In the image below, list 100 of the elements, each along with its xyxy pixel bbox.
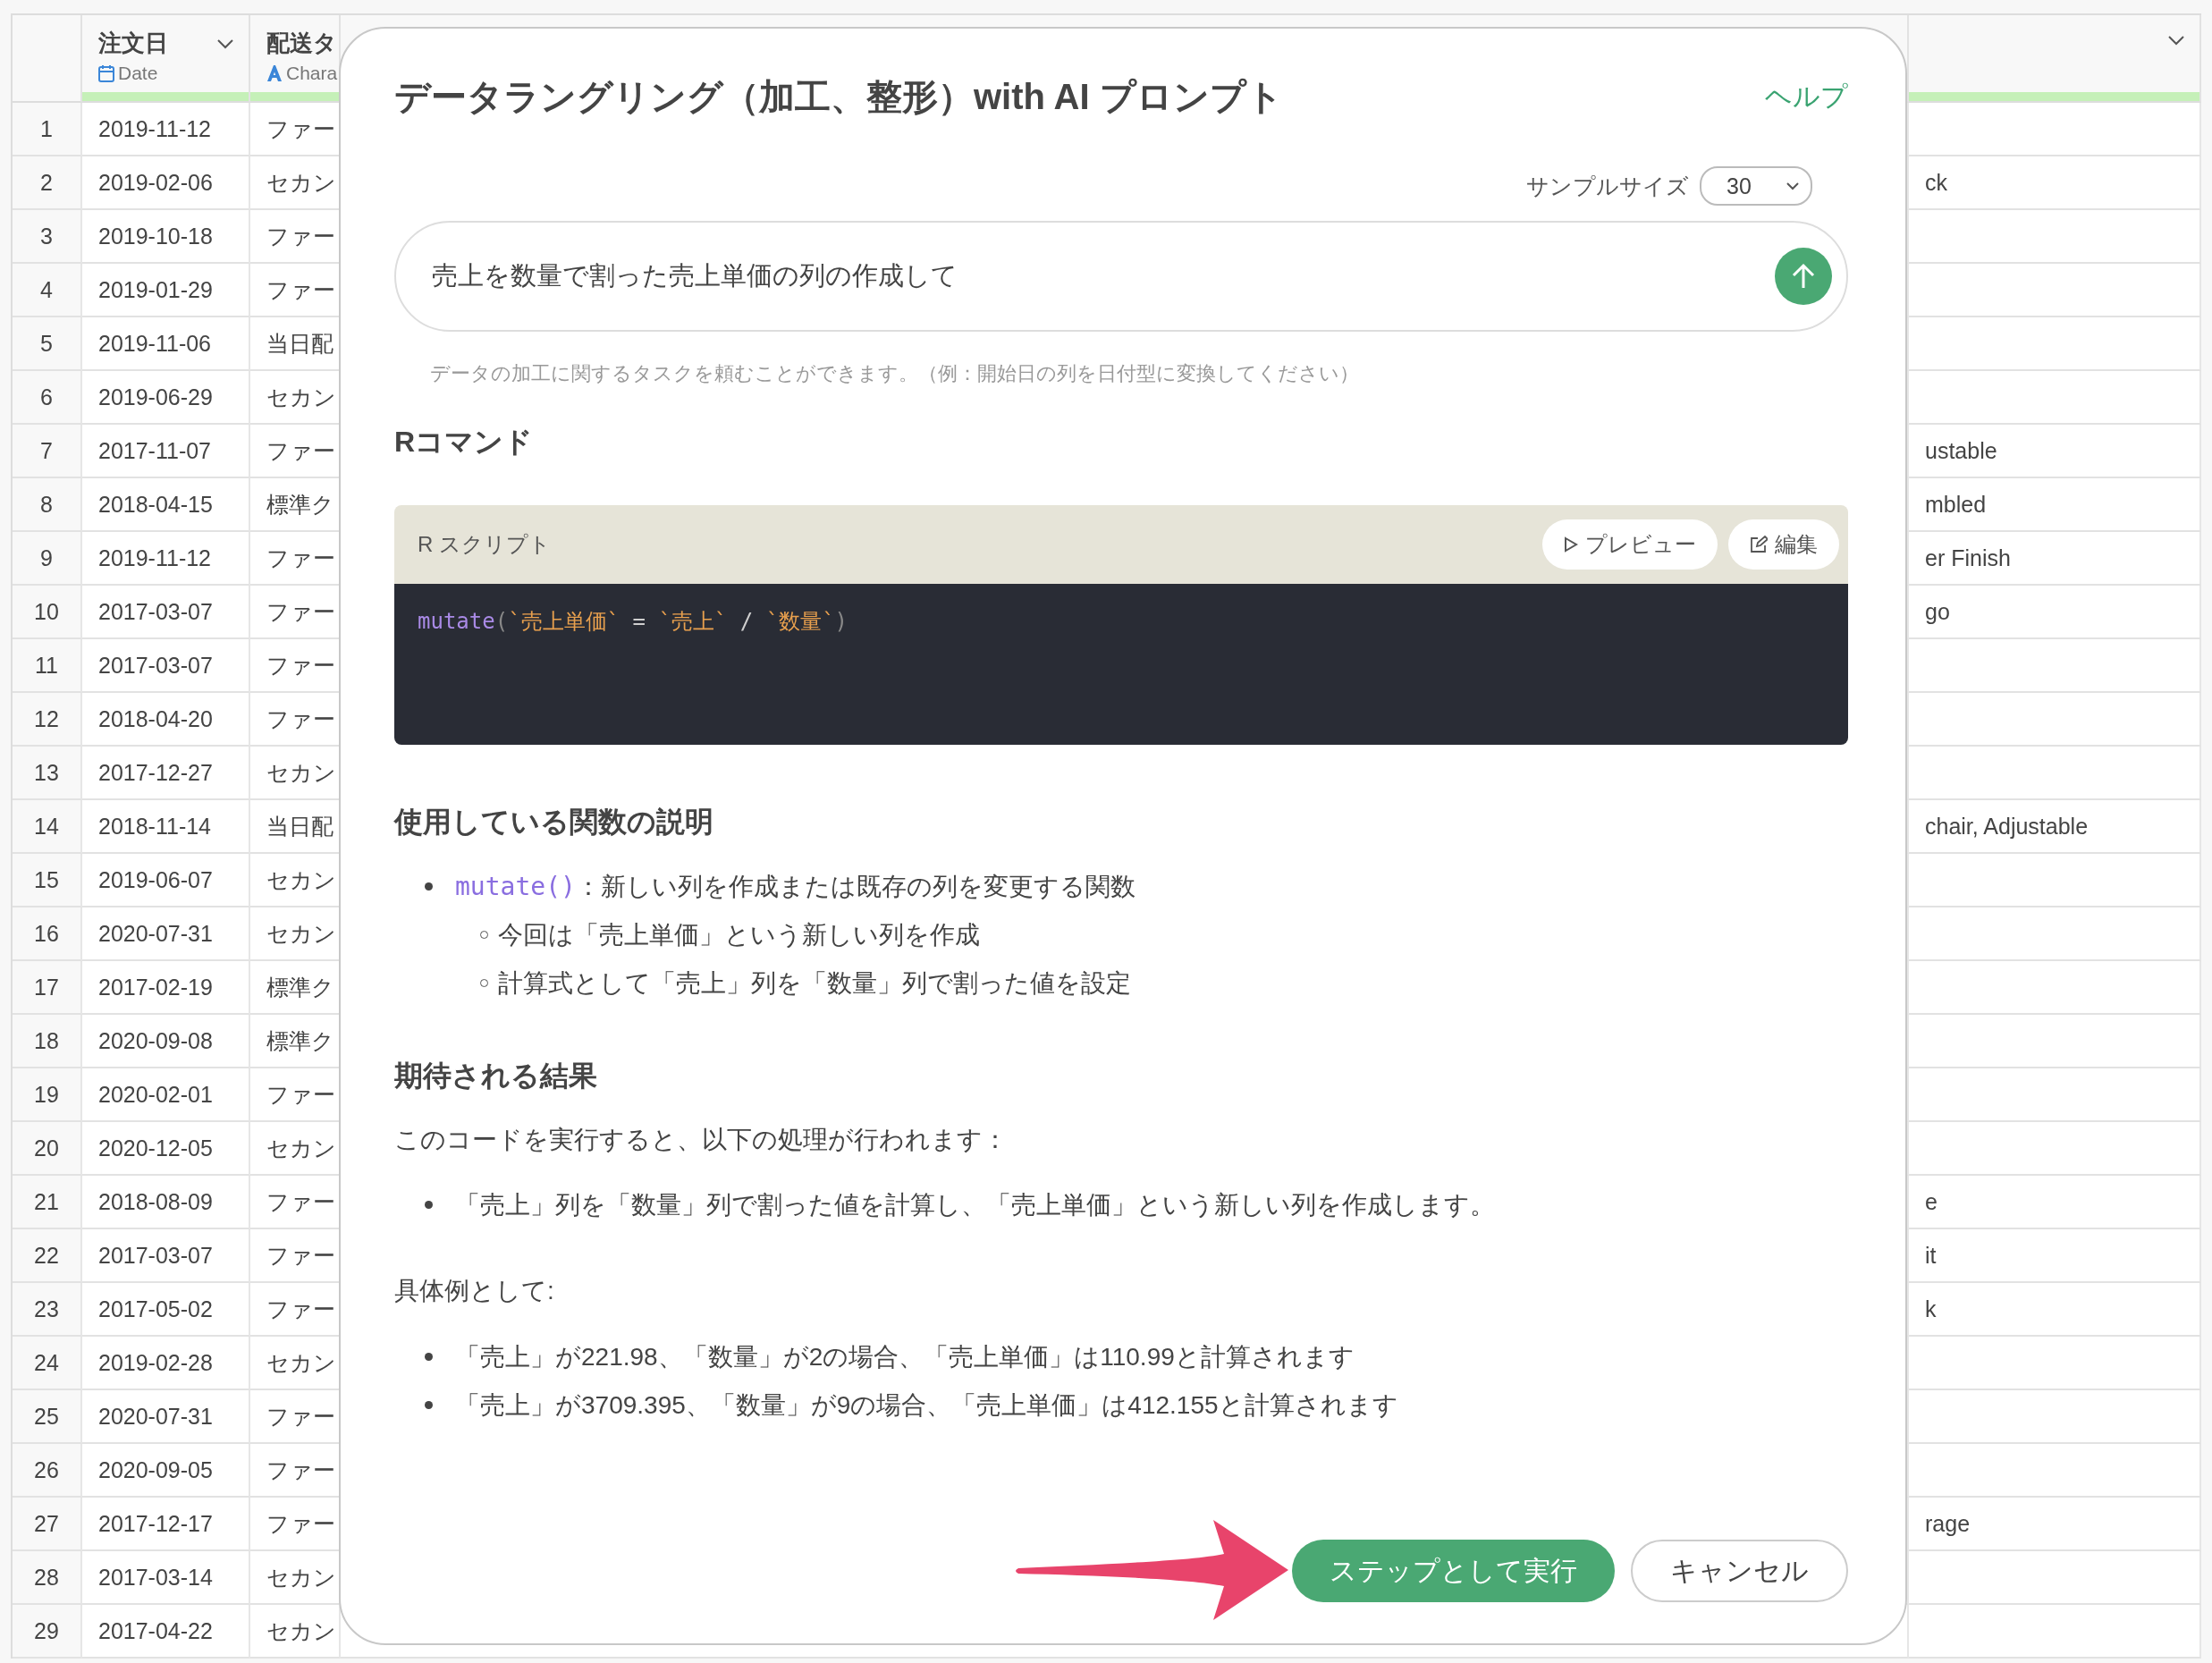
row-number: 29 [13, 1605, 82, 1659]
list-item: 「売上」列を「数量」列で割った値を計算し、「売上単価」という新しい列を作成します。 [455, 1191, 1495, 1219]
column-header[interactable]: 注文日 Date [82, 15, 250, 103]
row-number: 6 [13, 371, 82, 425]
row-number: 15 [13, 854, 82, 907]
list-item: 今回は「売上単価」という新しい列を作成 [498, 921, 980, 949]
row-number: 10 [13, 586, 82, 639]
table-cell: 2019-11-06 [82, 317, 250, 371]
column-type: Date [118, 63, 158, 84]
row-number: 24 [13, 1337, 82, 1390]
table-cell: 2017-02-19 [82, 961, 250, 1015]
column-title: 注文日 [98, 29, 168, 58]
table-cell: 2017-05-02 [82, 1283, 250, 1337]
table-cell: e [1909, 1176, 2201, 1229]
edit-icon [1750, 536, 1768, 553]
table-cell: 2018-08-09 [82, 1176, 250, 1229]
row-number: 3 [13, 210, 82, 264]
table-cell: 2017-11-07 [82, 425, 250, 478]
row-number: 26 [13, 1444, 82, 1498]
table-cell: 2020-12-05 [82, 1122, 250, 1176]
table-cell: er Finish [1909, 532, 2201, 586]
column-title: 配送タ [266, 29, 337, 58]
bullet-icon [425, 1401, 433, 1409]
row-number: 20 [13, 1122, 82, 1176]
row-number: 19 [13, 1068, 82, 1122]
hint-text: データの加工に関するタスクを頼むことができます。（例：開始日の列を日付型に変換してください） [430, 361, 1360, 386]
row-number: 1 [13, 103, 82, 156]
table-cell: 2019-01-29 [82, 264, 250, 317]
function-description: mutate()：新しい列を作成または既存の列を変更する関数 [455, 873, 1136, 900]
table-cell: 2019-11-12 [82, 103, 250, 156]
row-number: 12 [13, 693, 82, 747]
list-item: 計算式として「売上」列を「数量」列で割った値を設定 [498, 969, 1131, 997]
letter-a-icon [266, 64, 283, 82]
row-number: 7 [13, 425, 82, 478]
table-cell: 2019-06-29 [82, 371, 250, 425]
preview-button[interactable]: プレビュー [1542, 519, 1718, 570]
table-cell: 2017-12-27 [82, 747, 250, 800]
table-cell: 2020-07-31 [82, 1390, 250, 1444]
chevron-down-icon[interactable] [2167, 35, 2185, 46]
table-cell: 2019-11-12 [82, 532, 250, 586]
row-number: 13 [13, 747, 82, 800]
code-block: mutate(`売上単価` = `売上` / `数量`) [394, 584, 1848, 745]
row-number: 18 [13, 1015, 82, 1068]
dialog-title: データラングリング（加工、整形）with AI プロンプト [394, 76, 1283, 118]
script-label: R スクリプト [418, 531, 551, 558]
arrow-up-icon [1791, 263, 1816, 290]
table-cell: 2019-02-06 [82, 156, 250, 210]
table-cell: 2019-10-18 [82, 210, 250, 264]
table-cell: 2017-03-07 [82, 639, 250, 693]
column-type: Chara [286, 63, 338, 84]
table-cell: セカン [250, 1605, 341, 1659]
sample-size-select[interactable]: 30 [1700, 166, 1812, 206]
row-number: 16 [13, 907, 82, 961]
list-item: 「売上」が221.98、「数量」が2の場合、「売上単価」は110.99と計算されます [455, 1343, 1355, 1371]
row-number: 22 [13, 1229, 82, 1283]
chevron-down-icon [1786, 181, 1800, 190]
list-item: 「売上」が3709.395、「数量」が9の場合、「売上単価」は412.155と計算されます [455, 1391, 1398, 1419]
table-cell: 2018-11-14 [82, 800, 250, 854]
cancel-button[interactable]: キャンセル [1631, 1540, 1848, 1602]
table-cell: 2017-04-22 [82, 1605, 250, 1659]
table-cell: rage [1909, 1498, 2201, 1551]
row-number: 8 [13, 478, 82, 532]
table-cell: go [1909, 586, 2201, 639]
prompt-field[interactable]: 売上を数量で割った売上単価の列の作成して [394, 221, 1848, 332]
table-cell: 2017-03-07 [82, 1229, 250, 1283]
table-cell: 2017-03-14 [82, 1551, 250, 1605]
section-heading: Rコマンド [394, 425, 535, 460]
table-cell: k [1909, 1283, 2201, 1337]
row-number: 14 [13, 800, 82, 854]
column-header[interactable]: 配送タ Chara [250, 15, 341, 103]
table-cell: ck [1909, 156, 2201, 210]
row-number: 5 [13, 317, 82, 371]
row-number: 23 [13, 1283, 82, 1337]
row-number: 9 [13, 532, 82, 586]
row-number: 21 [13, 1176, 82, 1229]
table-cell: 2018-04-20 [82, 693, 250, 747]
calendar-icon [98, 64, 114, 82]
chevron-down-icon[interactable] [216, 38, 234, 49]
edit-button[interactable]: 編集 [1728, 519, 1839, 570]
row-number: 17 [13, 961, 82, 1015]
bullet-icon [425, 1201, 433, 1209]
row-number: 4 [13, 264, 82, 317]
table-cell: 2019-06-07 [82, 854, 250, 907]
sample-size-label: サンプルサイズ [1526, 172, 1689, 200]
table-cell: 2020-07-31 [82, 907, 250, 961]
bullet-icon [425, 1353, 433, 1361]
table-cell: 2018-04-15 [82, 478, 250, 532]
row-number: 2 [13, 156, 82, 210]
table-cell: 2019-02-28 [82, 1337, 250, 1390]
table-cell: 2020-09-08 [82, 1015, 250, 1068]
play-icon [1564, 536, 1578, 553]
table-cell: chair, Adjustable [1909, 800, 2201, 854]
table-cell: ustable [1909, 425, 2201, 478]
table-cell: 2017-03-07 [82, 586, 250, 639]
paragraph: 具体例として: [394, 1276, 555, 1306]
row-number: 28 [13, 1551, 82, 1605]
row-number: 11 [13, 639, 82, 693]
table-cell: it [1909, 1229, 2201, 1283]
section-heading: 期待される結果 [394, 1059, 598, 1093]
table-cell: mbled [1909, 478, 2201, 532]
